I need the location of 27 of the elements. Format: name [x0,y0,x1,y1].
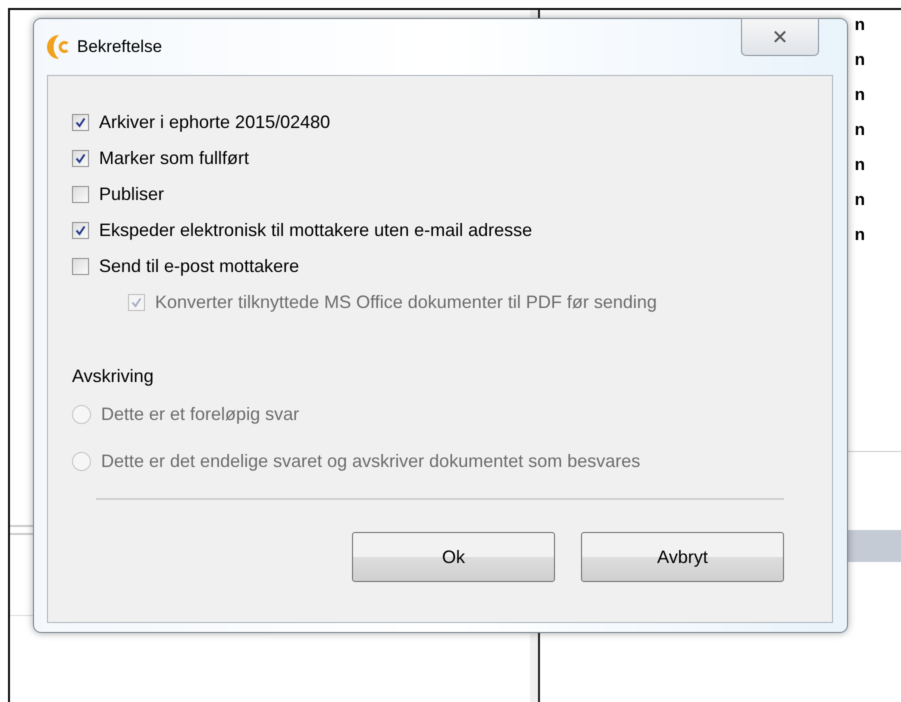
checkbox[interactable] [72,258,89,274]
close-button[interactable]: ✕ [741,18,819,56]
checkmark-icon [75,116,86,128]
checkmark-icon [75,152,86,164]
list-text: n [854,119,865,141]
window-title: Bekreftelse [77,37,162,57]
checkbox-label[interactable]: Marker som fullført [99,148,250,168]
list-text: n [854,224,865,246]
checkmark-icon [75,224,86,236]
list-text: n [854,189,865,211]
group-label: Avskriving [72,366,155,387]
checkbox[interactable] [72,114,89,130]
cancel-button[interactable]: Avbryt [581,532,784,582]
checkbox-label[interactable]: Publiser [99,184,164,204]
checkbox-label[interactable]: Arkiver i ephorte 2015/02480 [99,112,330,132]
list-text: n [854,49,865,71]
checkbox[interactable] [72,186,89,202]
checkbox[interactable] [72,222,89,238]
logo-icon [47,35,69,59]
ok-button[interactable]: Ok [352,532,555,582]
checkbox-label[interactable]: Ekspeder elektronisk til mottakere uten e-mail adresse [99,220,532,240]
list-text: n [854,84,865,106]
checkmark-icon [131,296,142,308]
checkbox[interactable] [72,150,89,166]
list-text: n [854,14,865,36]
list-text: n [854,154,865,176]
checkbox-label[interactable]: Send til e-post mottakere [99,256,300,276]
